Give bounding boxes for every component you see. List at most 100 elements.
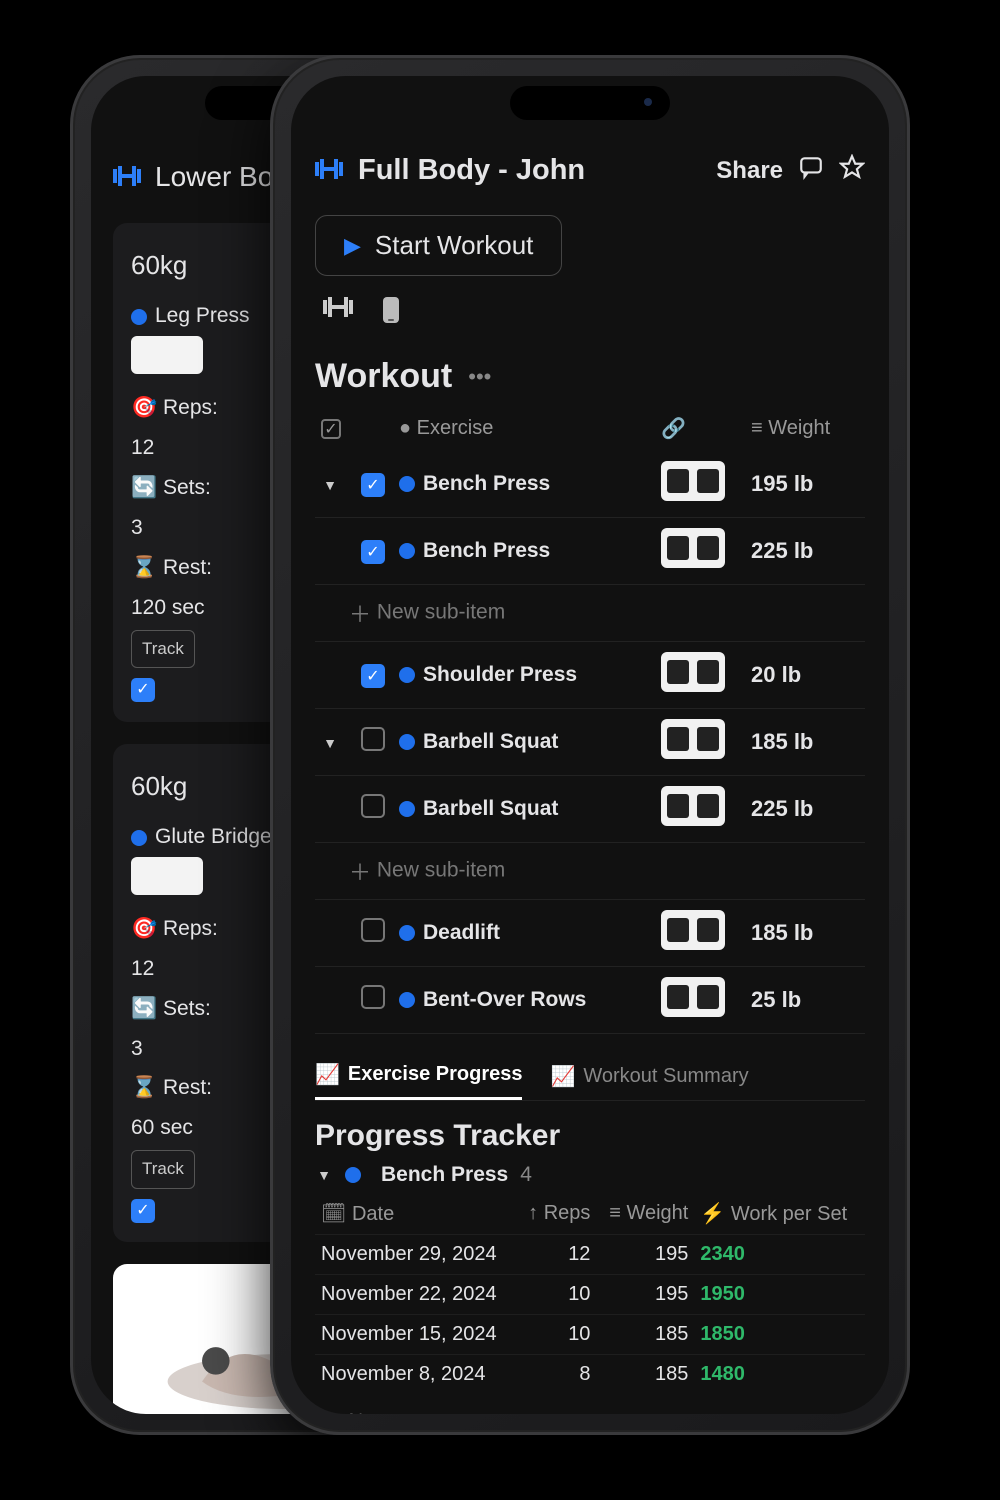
done-checkbox[interactable]: ✓ [131,1199,155,1223]
table-row[interactable]: ▼ ✓ Bench Press 195 lb [315,451,865,518]
table-row[interactable]: ✓ Bench Press 225 lb [315,518,865,585]
up-icon: ↑ [528,1202,544,1224]
star-icon[interactable] [839,154,865,187]
exercise-thumb[interactable] [661,786,725,826]
phone-icon[interactable] [381,296,401,331]
row-checkbox[interactable]: ✓ [361,473,385,497]
exercise-thumb[interactable] [661,652,725,692]
sets-label: Sets: [163,997,211,1020]
dot-icon [399,925,415,941]
done-checkbox[interactable]: ✓ [131,678,155,702]
track-chip[interactable]: Track [131,1150,195,1188]
dumbbell-icon[interactable] [323,296,353,331]
row-checkbox[interactable] [361,794,385,818]
loop-icon: 🔄 [131,476,163,499]
exercise-thumb[interactable] [661,977,725,1017]
workout-heading: Workout ••• [315,357,865,396]
work-cell: 1950 [694,1275,865,1315]
target-icon: 🎯 [131,917,163,940]
row-checkbox[interactable]: ✓ [361,540,385,564]
table-row[interactable]: November 8, 202481851480 [315,1355,865,1395]
barbell-icon [113,162,141,193]
tracker-group-header[interactable]: ▼ Bench Press 4 [315,1163,865,1187]
dot-icon [399,667,415,683]
stack-icon: ≡ [609,1202,626,1224]
tab-workout-summary[interactable]: 📈 Workout Summary [550,1052,748,1100]
weight-cell: 195 [596,1235,694,1275]
col-weight: Weight [768,417,830,439]
target-icon: 🎯 [131,396,163,419]
chart-icon: 📈 [315,1062,340,1087]
dot-icon [399,992,415,1008]
weight-value: 185 lb [745,900,865,967]
row-checkbox[interactable] [361,727,385,751]
table-row[interactable]: Deadlift185 lb [315,900,865,967]
progress-heading: Progress Tracker [315,1119,865,1153]
row-checkbox[interactable] [361,918,385,942]
col-exercise: Exercise [417,417,494,439]
exercise-name: Leg Press [155,304,250,327]
date-cell: November 29, 2024 [315,1235,517,1275]
table-row[interactable]: November 15, 2024101851850 [315,1315,865,1355]
exercise-name: Bench Press [423,539,550,562]
exercise-name: Bench Press [423,472,550,495]
tracker-table: 🗓 Date ↑ Reps ≡ Weight ⚡ Work per Set No… [315,1193,865,1394]
weight-value: 195 lb [745,451,865,518]
exercise-thumb[interactable] [661,528,725,568]
start-workout-button[interactable]: ▶ Start Workout [315,215,562,276]
new-page-button[interactable]: ＋ New page [315,1394,865,1414]
table-row[interactable]: ▼ Barbell Squat 185 lb [315,709,865,776]
reps-label: Reps: [163,396,218,419]
new-sub-item[interactable]: ＋ New sub-item [315,843,865,900]
reps-cell: 8 [517,1355,597,1395]
tab-exercise-progress[interactable]: 📈 Exercise Progress [315,1052,522,1100]
table-row[interactable]: ＋ New sub-item [315,843,865,900]
weight-cell: 185 [596,1315,694,1355]
weight-value: 225 lb [745,518,865,585]
play-icon: ▶ [344,233,361,259]
rest-label: Rest: [163,556,212,579]
table-row[interactable]: Barbell Squat225 lb [315,776,865,843]
weight-value: 225 lb [745,776,865,843]
exercise-name: Barbell Squat [423,730,558,753]
dot-icon [399,734,415,750]
table-row[interactable]: November 22, 2024101951950 [315,1275,865,1315]
weight-cell: 195 [596,1275,694,1315]
header-checkbox[interactable]: ✓ [321,419,341,439]
exercise-thumb[interactable] [661,719,725,759]
exercise-thumb[interactable] [661,461,725,501]
tabs: 📈 Exercise Progress 📈 Workout Summary [315,1052,865,1101]
more-icon[interactable]: ••• [468,364,491,390]
track-chip[interactable]: Track [131,630,195,668]
phone-front: Full Body - John Share ▶ Start Workout [270,55,910,1435]
hourglass-icon: ⌛ [131,556,163,579]
exercise-thumb[interactable] [661,910,725,950]
disclosure-icon[interactable]: ▼ [321,735,339,751]
tracker-group-name: Bench Press [381,1163,508,1187]
dot-icon [399,543,415,559]
page-title-back: Lower Bo [155,161,273,193]
sets-label: Sets: [163,476,211,499]
new-sub-item[interactable]: ＋ New sub-item [315,585,865,642]
bolt-icon: ⚡ [700,1203,730,1225]
disclosure-icon[interactable]: ▼ [315,1167,333,1183]
weight-cell: 185 [596,1355,694,1395]
table-row[interactable]: ＋ New sub-item [315,585,865,642]
table-row[interactable]: ✓Shoulder Press20 lb [315,642,865,709]
comment-icon[interactable] [798,154,824,187]
dot-icon [131,309,147,325]
exercise-name: Shoulder Press [423,663,577,686]
row-checkbox[interactable] [361,985,385,1009]
start-label: Start Workout [375,230,533,261]
hourglass-icon: ⌛ [131,1076,163,1099]
disclosure-icon[interactable]: ▼ [321,477,339,493]
exercise-thumb [131,857,203,895]
weight-value: 185 lb [745,709,865,776]
tracker-count: 4 [520,1163,532,1187]
table-row[interactable]: November 29, 2024121952340 [315,1235,865,1275]
share-button[interactable]: Share [716,157,783,185]
table-row[interactable]: Bent-Over Rows25 lb [315,967,865,1034]
screen-front: Full Body - John Share ▶ Start Workout [291,76,889,1414]
weight-value: 25 lb [745,967,865,1034]
row-checkbox[interactable]: ✓ [361,664,385,688]
